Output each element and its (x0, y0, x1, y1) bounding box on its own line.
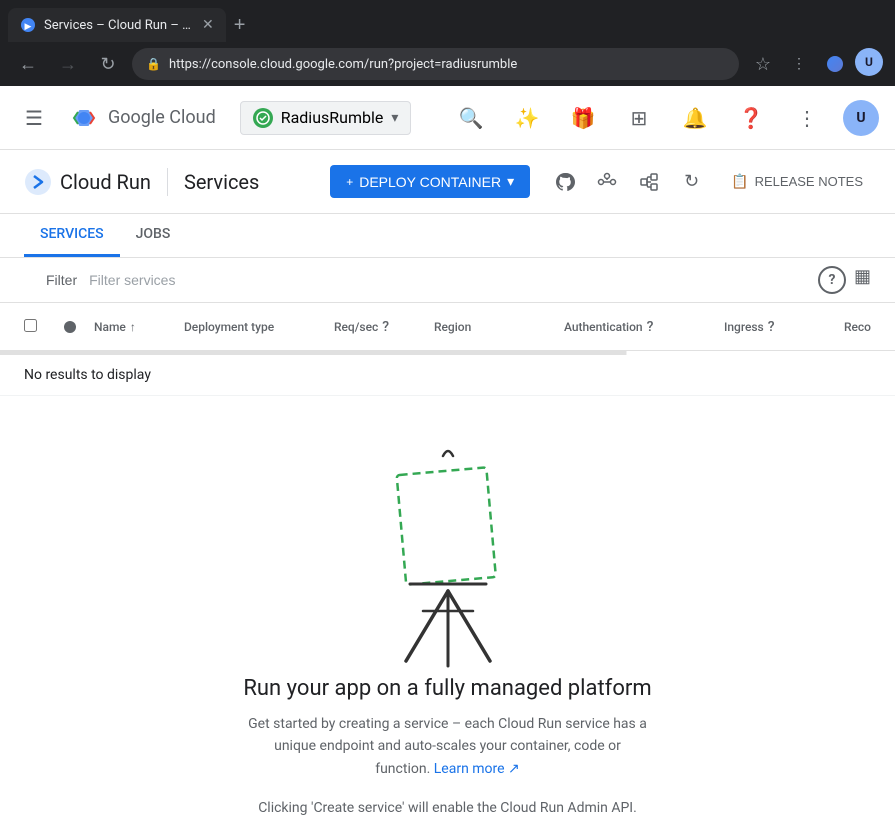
extension-icon[interactable] (819, 48, 851, 80)
cloud-run-icon (24, 168, 52, 196)
tab-title: Services – Cloud Run – RadiusRu… (44, 18, 194, 33)
no-results-message: No results to display (0, 355, 895, 396)
lock-icon: 🔒 (146, 57, 161, 71)
region-column-header: Region (434, 320, 564, 334)
browser-menu-icon[interactable]: ⋮ (783, 48, 815, 80)
empty-state-title: Run your app on a fully managed platform (243, 676, 651, 701)
search-icon[interactable]: 🔍 (451, 98, 491, 138)
select-all-checkbox[interactable] (24, 317, 64, 336)
table-header: Name ↑ Deployment type Req/sec ? Region … (0, 303, 895, 351)
service-nav-header: Cloud Run Services + DEPLOY CONTAINER ▾ (0, 150, 895, 214)
cloud-run-logo: Cloud Run (24, 168, 151, 196)
release-notes-button[interactable]: 📋 RELEASE NOTES (723, 165, 871, 198)
status-column-header (64, 321, 94, 333)
checkbox-all[interactable] (24, 319, 37, 332)
filter-label: Filter (46, 272, 77, 288)
ingress-column-header: Ingress ? (724, 319, 844, 335)
req-help-icon[interactable]: ? (382, 319, 389, 335)
cloud-shell-icon[interactable]: ⊞ (619, 98, 659, 138)
auth-help-icon[interactable]: ? (647, 319, 654, 335)
url-text: https://console.cloud.google.com/run?pro… (169, 57, 725, 72)
reload-button[interactable]: ↻ (92, 48, 124, 80)
gc-logo-icon (68, 102, 100, 134)
project-dropdown-icon: ▾ (391, 110, 398, 126)
back-button[interactable]: ← (12, 48, 44, 80)
user-avatar[interactable]: U (843, 100, 879, 136)
sort-icon: ↑ (130, 320, 136, 334)
project-selector[interactable]: RadiusRumble ▾ (240, 101, 412, 135)
header-divider (167, 168, 168, 196)
filter-actions: ? ▦ (818, 266, 871, 294)
empty-state: Run your app on a fully managed platform… (0, 396, 895, 820)
column-settings-icon[interactable]: ▦ (854, 266, 871, 294)
easel-illustration (368, 436, 528, 676)
active-tab[interactable]: ▶ Services – Cloud Run – RadiusRu… ✕ (8, 8, 226, 42)
help-icon[interactable]: ❓ (731, 98, 771, 138)
name-column-header[interactable]: Name ↑ (94, 320, 184, 334)
notifications-icon[interactable]: 🔔 (675, 98, 715, 138)
learn-more-link[interactable]: Learn more ↗ (434, 761, 520, 777)
browser-nav: ← → ↻ 🔒 https://console.cloud.google.com… (0, 42, 895, 86)
integrations-icon (596, 171, 618, 193)
project-icon (253, 108, 273, 128)
address-bar[interactable]: 🔒 https://console.cloud.google.com/run?p… (132, 48, 739, 80)
browser-chrome: ▶ Services – Cloud Run – RadiusRu… ✕ + ←… (0, 0, 895, 86)
svg-text:▶: ▶ (25, 21, 32, 31)
app-header: ☰ Google Cloud RadiusRumble ▾ 🔍 ✨ 🎁 ⊞ 🔔 … (0, 86, 895, 150)
more-options-icon[interactable]: ⋮ (787, 98, 827, 138)
deployment-type-column-header: Deployment type (184, 320, 334, 334)
tab-bar: ▶ Services – Cloud Run – RadiusRu… ✕ + (0, 0, 895, 42)
github-link[interactable] (554, 171, 576, 193)
app: ☰ Google Cloud RadiusRumble ▾ 🔍 ✨ 🎁 ⊞ 🔔 … (0, 86, 895, 820)
ingress-help-icon[interactable]: ? (768, 319, 775, 335)
help-circle-icon[interactable]: ? (818, 266, 846, 294)
integrations-link[interactable] (596, 171, 618, 193)
new-tab-button[interactable]: + (226, 10, 254, 41)
tab-jobs[interactable]: JOBS (120, 214, 187, 257)
empty-state-description: Get started by creating a service – each… (248, 713, 648, 780)
filter-input[interactable] (89, 272, 806, 288)
hamburger-menu[interactable]: ☰ (16, 100, 52, 136)
deploy-container-button[interactable]: + DEPLOY CONTAINER ▾ (330, 165, 530, 198)
filter-button[interactable]: Filter (24, 272, 77, 288)
tab-services[interactable]: SERVICES (24, 214, 120, 257)
admin-api-note: Clicking 'Create service' will enable th… (258, 800, 637, 816)
gift-icon[interactable]: 🎁 (563, 98, 603, 138)
topology-icon (638, 171, 660, 193)
project-name: RadiusRumble (281, 108, 384, 127)
deploy-icon: + (346, 175, 353, 189)
auth-column-header: Authentication ? (564, 319, 724, 335)
nav-actions: ☆ ⋮ U (747, 48, 883, 80)
main-tabs: SERVICES JOBS (0, 214, 895, 258)
refresh-button[interactable]: ↻ (676, 163, 707, 200)
filter-bar: Filter ? ▦ (0, 258, 895, 303)
profile-avatar[interactable]: U (855, 48, 883, 76)
cloud-run-title: Cloud Run (60, 170, 151, 194)
filter-icon (24, 272, 40, 288)
page-title: Services (184, 170, 259, 194)
reco-column-header: Reco (844, 320, 871, 334)
gemini-icon[interactable]: ✨ (507, 98, 547, 138)
tab-favicon: ▶ (20, 17, 36, 33)
topology-link[interactable] (638, 171, 660, 193)
req-sec-column-header: Req/sec ? (334, 319, 434, 335)
deploy-dropdown-icon: ▾ (507, 173, 514, 190)
forward-button[interactable]: → (52, 48, 84, 80)
github-icon (554, 171, 576, 193)
tab-close-button[interactable]: ✕ (202, 17, 214, 33)
release-notes-label: RELEASE NOTES (755, 174, 863, 189)
release-notes-icon: 📋 (731, 173, 748, 190)
bookmark-icon[interactable]: ☆ (747, 48, 779, 80)
google-cloud-logo: Google Cloud (68, 102, 216, 134)
google-cloud-text: Google Cloud (108, 107, 216, 128)
deploy-btn-label: DEPLOY CONTAINER (359, 174, 501, 190)
